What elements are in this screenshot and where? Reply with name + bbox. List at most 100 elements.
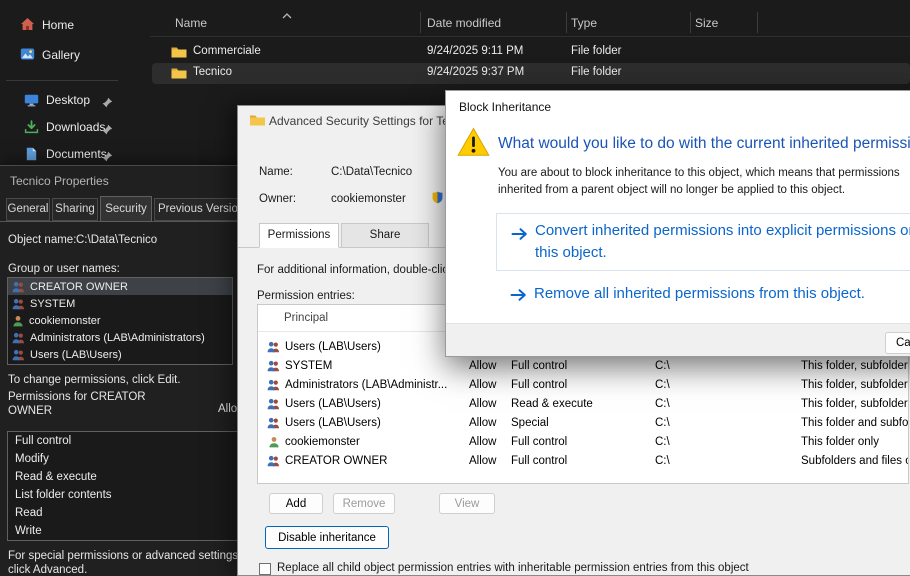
- pin-icon: [102, 95, 113, 113]
- properties-dialog-title: Tecnico Properties: [10, 174, 109, 188]
- documents-icon: [24, 147, 38, 166]
- entry-applies-to: This folder, subfolders and files: [801, 360, 909, 372]
- permission-entries-label: Permission entries:: [257, 290, 355, 302]
- permission-label: List folder contents: [15, 489, 112, 501]
- list-item-creator-owner[interactable]: CREATOR OWNER: [8, 278, 232, 295]
- group-icon: [12, 332, 25, 344]
- file-type: File folder: [571, 45, 622, 57]
- permission-entry-row[interactable]: Administrators (LAB\Administr... Allow F…: [259, 376, 907, 395]
- header-underline: [150, 36, 910, 37]
- block-dialog-heading: What would you like to do with the curre…: [498, 135, 910, 153]
- advanced-hint-line1: For special permissions or advanced sett…: [8, 550, 241, 562]
- permission-entry-row[interactable]: Users (LAB\Users) Allow Special C:\ This…: [259, 414, 907, 433]
- entry-access: Full control: [511, 360, 567, 372]
- sidebar-item-downloads[interactable]: Downloads: [4, 115, 126, 141]
- list-item-users[interactable]: Users (LAB\Users): [8, 346, 232, 363]
- entry-access: Read & execute: [511, 398, 593, 410]
- file-row-commerciale[interactable]: Commerciale 9/24/2025 9:11 PM File folde…: [152, 42, 910, 63]
- column-header-date-modified[interactable]: Date modified: [427, 16, 501, 30]
- entry-access: Full control: [511, 379, 567, 391]
- convert-permissions-command-link[interactable]: Convert inherited permissions into expli…: [496, 213, 910, 271]
- list-item-label: Users (LAB\Users): [30, 349, 122, 361]
- permission-entry-row[interactable]: CREATOR OWNER Allow Full control C:\ Sub…: [259, 452, 907, 471]
- tab-permissions[interactable]: Permissions: [259, 223, 339, 248]
- remove-permissions-label: Remove all inherited permissions from th…: [534, 285, 865, 302]
- file-row-tecnico[interactable]: Tecnico 9/24/2025 9:37 PM File folder: [152, 63, 910, 84]
- uac-shield-icon: [432, 191, 443, 209]
- sort-ascending-icon: [282, 6, 292, 24]
- sidebar-item-gallery[interactable]: Gallery: [4, 43, 126, 69]
- entry-inherited-from: C:\: [655, 398, 670, 410]
- tab-share[interactable]: Share: [341, 223, 429, 248]
- permission-label: Modify: [15, 453, 49, 465]
- column-header-name[interactable]: Name: [175, 16, 207, 30]
- group-icon: [267, 417, 280, 432]
- permission-label: Read & execute: [15, 471, 97, 483]
- sidebar-item-label: Downloads: [46, 120, 105, 134]
- entry-type: Allow: [469, 360, 496, 372]
- permission-label: Read: [15, 507, 43, 519]
- name-label: Name:: [259, 166, 293, 178]
- remove-button[interactable]: Remove: [333, 493, 395, 514]
- entry-inherited-from: C:\: [655, 379, 670, 391]
- remove-permissions-command-link[interactable]: Remove all inherited permissions from th…: [496, 283, 910, 311]
- folder-icon: [171, 67, 187, 85]
- block-dialog-body-line2: inherited from a parent object will no l…: [498, 184, 845, 196]
- list-item-label: SYSTEM: [30, 298, 75, 310]
- entry-inherited-from: C:\: [655, 436, 670, 448]
- list-item-label: cookiemonster: [29, 315, 101, 327]
- entry-principal: CREATOR OWNER: [285, 455, 387, 467]
- disable-inheritance-button[interactable]: Disable inheritance: [265, 526, 389, 549]
- tab-label: Security: [105, 203, 147, 215]
- entry-inherited-from: C:\: [655, 360, 670, 372]
- entry-type: Allow: [469, 379, 496, 391]
- permission-entry-row[interactable]: Users (LAB\Users) Allow Read & execute C…: [259, 395, 907, 414]
- tab-label: Sharing: [55, 203, 95, 215]
- arrow-right-icon: [511, 227, 528, 246]
- entry-applies-to: This folder, subfolders and files: [801, 398, 909, 410]
- column-separator: [757, 12, 758, 33]
- sidebar-item-home[interactable]: Home: [4, 13, 126, 39]
- view-button[interactable]: View: [439, 493, 495, 514]
- file-name: Commerciale: [193, 45, 261, 57]
- group-icon: [267, 379, 280, 394]
- permission-entry-row[interactable]: cookiemonster Allow Full control C:\ Thi…: [259, 433, 907, 452]
- block-dialog-footer: Cancel: [446, 323, 910, 357]
- entry-applies-to: Subfolders and files only: [801, 455, 909, 467]
- permission-entry-row[interactable]: SYSTEM Allow Full control C:\ This folde…: [259, 357, 907, 376]
- principal-column-header[interactable]: Principal: [284, 312, 328, 324]
- file-date: 9/24/2025 9:37 PM: [427, 66, 524, 78]
- list-item-cookiemonster[interactable]: cookiemonster: [8, 312, 232, 329]
- entry-type: Allow: [469, 417, 496, 429]
- block-dialog-title: Block Inheritance: [459, 100, 551, 114]
- block-inheritance-dialog: Block Inheritance What would you like to…: [445, 90, 910, 357]
- list-item-administrators[interactable]: Administrators (LAB\Administrators): [8, 329, 232, 346]
- edit-hint-text: To change permissions, click Edit.: [8, 374, 181, 386]
- tab-security[interactable]: Security: [100, 196, 152, 222]
- add-button[interactable]: Add: [269, 493, 323, 514]
- group-icon: [267, 341, 280, 356]
- group-or-user-names-label: Group or user names:: [8, 263, 120, 275]
- entry-type: Allow: [469, 398, 496, 410]
- folder-icon: [249, 114, 266, 132]
- arrow-right-icon: [510, 288, 527, 307]
- group-icon: [12, 349, 25, 361]
- block-dialog-body-line1: You are about to block inheritance to th…: [498, 167, 900, 179]
- entry-type: Allow: [469, 436, 496, 448]
- screen: Home Gallery Desktop: [0, 0, 910, 576]
- object-name-value: C:\Data\Tecnico: [76, 234, 157, 246]
- entry-principal: Users (LAB\Users): [285, 341, 381, 353]
- column-header-type[interactable]: Type: [571, 16, 597, 30]
- replace-child-permissions-checkbox[interactable]: [259, 563, 271, 575]
- list-item-system[interactable]: SYSTEM: [8, 295, 232, 312]
- tab-general[interactable]: General: [6, 198, 50, 221]
- entry-applies-to: This folder, subfolders and files: [801, 379, 909, 391]
- cancel-button[interactable]: Cancel: [885, 332, 910, 354]
- sidebar-item-desktop[interactable]: Desktop: [4, 88, 126, 114]
- name-value: C:\Data\Tecnico: [331, 166, 412, 178]
- column-header-size[interactable]: Size: [695, 16, 718, 30]
- owner-label: Owner:: [259, 193, 296, 205]
- tab-sharing[interactable]: Sharing: [52, 198, 98, 221]
- convert-permissions-label-line1: Convert inherited permissions into expli…: [535, 222, 910, 239]
- entry-applies-to: This folder only: [801, 436, 879, 448]
